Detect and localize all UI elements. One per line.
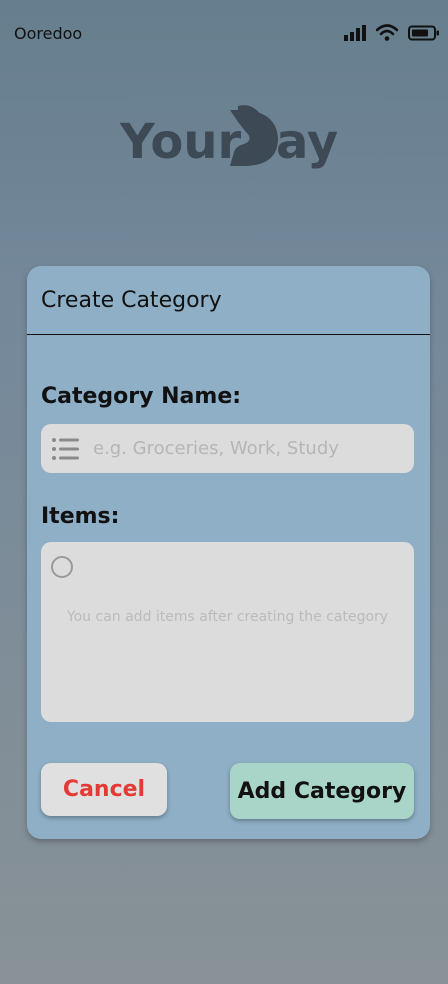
wifi-icon bbox=[376, 24, 398, 41]
item-radio-button[interactable] bbox=[51, 556, 73, 578]
category-name-placeholder: e.g. Groceries, Work, Study bbox=[93, 438, 339, 459]
cancel-button[interactable]: Cancel bbox=[41, 763, 167, 816]
add-category-button[interactable]: Add Category bbox=[230, 763, 414, 819]
signal-icon bbox=[344, 24, 366, 41]
yourday-logo: Your ay bbox=[119, 105, 338, 170]
modal-divider bbox=[27, 334, 430, 335]
logo-text-ay: ay bbox=[276, 114, 338, 170]
carrier-name: Ooredoo bbox=[14, 24, 83, 43]
items-list[interactable]: You can add items after creating the cat… bbox=[41, 542, 414, 722]
category-name-label: Category Name: bbox=[41, 384, 242, 409]
list-icon bbox=[52, 437, 79, 460]
status-icons bbox=[344, 24, 440, 41]
items-label: Items: bbox=[41, 504, 120, 529]
modal-title: Create Category bbox=[41, 288, 222, 313]
create-category-modal: Create Category Category Name: e.g. Groc… bbox=[27, 266, 430, 839]
battery-icon bbox=[408, 25, 439, 40]
category-name-input[interactable]: e.g. Groceries, Work, Study bbox=[41, 424, 414, 473]
status-bar: Ooredoo bbox=[0, 0, 448, 70]
logo-text-your: Your bbox=[119, 114, 242, 170]
app-logo: Your ay bbox=[0, 96, 448, 176]
items-hint: You can add items after creating the cat… bbox=[66, 609, 389, 625]
